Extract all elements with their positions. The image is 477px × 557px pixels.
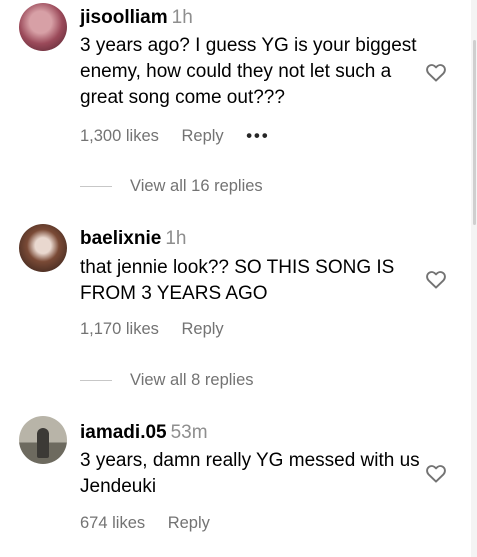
avatar[interactable]: [19, 416, 67, 464]
view-replies-button[interactable]: View all 16 replies: [80, 177, 340, 197]
comment-actions: 1,170 likes Reply: [80, 320, 242, 339]
timestamp: 53m: [170, 422, 208, 443]
likes-count[interactable]: 674 likes: [80, 514, 145, 532]
heart-outline-icon[interactable]: [424, 60, 448, 84]
likes-count[interactable]: 1,300 likes: [80, 127, 159, 145]
scrollbar-thumb[interactable]: [473, 40, 476, 225]
username[interactable]: baelixnie: [80, 228, 161, 249]
timestamp: 1h: [165, 228, 187, 249]
comment-text: 3 years, damn really YG messed with us J…: [80, 450, 420, 497]
username[interactable]: jisoolliam: [80, 7, 168, 28]
reply-divider-line: [80, 380, 112, 381]
username[interactable]: iamadi.05: [80, 422, 167, 443]
comment-header: iamadi.05 53m: [80, 421, 208, 445]
scrollbar-track[interactable]: [471, 0, 477, 557]
more-options-icon[interactable]: •••: [246, 127, 269, 145]
reply-divider-line: [80, 186, 112, 187]
timestamp: 1h: [171, 7, 193, 28]
comment-text: that jennie look?? SO THIS SONG IS FROM …: [80, 257, 395, 304]
view-replies-label[interactable]: View all 16 replies: [130, 177, 263, 196]
view-replies-label[interactable]: View all 8 replies: [130, 371, 254, 390]
avatar[interactable]: [19, 3, 67, 51]
comment-header: jisoolliam 1h: [80, 6, 193, 30]
likes-count[interactable]: 1,170 likes: [80, 320, 159, 338]
view-replies-button[interactable]: View all 8 replies: [80, 371, 340, 391]
comment-text: 3 years ago? I guess YG is your biggest …: [80, 35, 417, 108]
comment-actions: 1,300 likes Reply •••: [80, 127, 288, 146]
reply-button[interactable]: Reply: [181, 320, 223, 338]
comment-header: baelixnie 1h: [80, 227, 186, 251]
reply-button[interactable]: Reply: [168, 514, 210, 532]
reply-button[interactable]: Reply: [181, 127, 223, 145]
heart-outline-icon[interactable]: [424, 267, 448, 291]
heart-outline-icon[interactable]: [424, 461, 448, 485]
avatar[interactable]: [19, 224, 67, 272]
comment-actions: 674 likes Reply: [80, 514, 228, 533]
